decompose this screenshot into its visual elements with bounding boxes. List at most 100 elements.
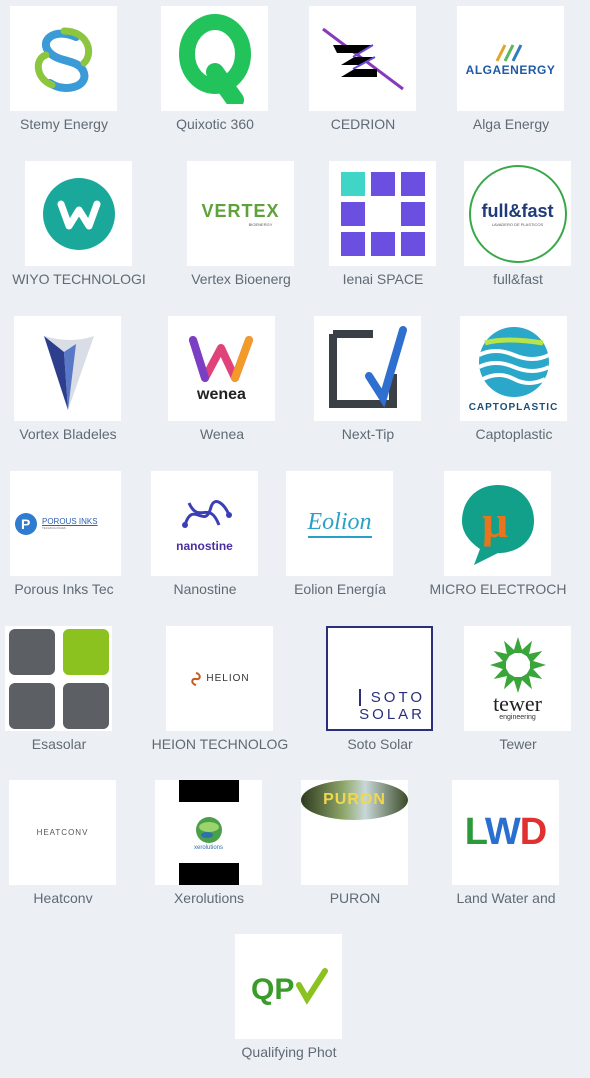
quixotic-q-icon xyxy=(178,13,251,104)
tewer-logo[interactable]: tewer engineering xyxy=(464,626,571,731)
wenea-w-icon xyxy=(188,335,253,382)
puron-logo[interactable]: PURON xyxy=(301,780,408,885)
company-card-alga-energy[interactable]: ALGAENERGY Alga Energy xyxy=(437,0,585,150)
soto-wordmark: SOTO xyxy=(359,689,425,706)
puron-photo-banner: PURON xyxy=(301,780,408,820)
captoplastic-wave-icon xyxy=(477,326,550,397)
cedrion-logo[interactable] xyxy=(309,6,416,111)
heatconv-logo[interactable]: HEATCONV xyxy=(9,780,116,885)
micro-electroch-logo[interactable]: μ xyxy=(444,471,551,576)
svg-text:QP: QP xyxy=(251,973,294,1006)
esasolar-tiles-icon xyxy=(8,628,109,729)
ienai-logo[interactable] xyxy=(329,161,436,266)
vertex-wordmark: VERTEX xyxy=(201,200,280,221)
company-card-vortex-bladeless[interactable]: Vortex Bladeles xyxy=(0,310,142,460)
nanostine-logo[interactable]: nanostine xyxy=(151,471,258,576)
wenea-wordmark: wenea xyxy=(197,385,246,403)
company-card-captoplastic[interactable]: CAPTOPLASTIC Captoplastic xyxy=(440,310,588,460)
heatconv-wordmark: HEATCONV xyxy=(36,828,89,837)
company-card-xerolutions[interactable]: xerolutions Xerolutions xyxy=(135,774,283,924)
porous-inks-text: POROUS INKS TECHNOLOGIES xyxy=(42,517,98,530)
vortex-blade-icon xyxy=(43,335,94,410)
micro-speech-bubble-icon: μ xyxy=(461,484,534,565)
nanostine-molecule-icon xyxy=(181,499,232,528)
nanostine-wordmark: nanostine xyxy=(176,538,233,553)
xerolutions-top-bar xyxy=(178,780,239,802)
porous-inks-logo[interactable]: P POROUS INKS TECHNOLOGIES xyxy=(10,471,121,576)
vertex-subtext: BIOENERGY xyxy=(248,221,273,227)
wenea-logo[interactable]: wenea xyxy=(168,316,275,421)
vortex-logo[interactable] xyxy=(14,316,121,421)
eolion-wordmark: Eolion xyxy=(307,509,372,538)
qpv-logo[interactable]: QP xyxy=(235,934,342,1039)
company-card-eolion[interactable]: Eolion Eolion Energía xyxy=(266,465,414,615)
ienai-squares-icon xyxy=(340,171,425,256)
wiyo-logo[interactable] xyxy=(25,161,132,266)
company-card-heatconv[interactable]: HEATCONV Heatconv xyxy=(0,774,137,924)
company-card-full-fast[interactable]: full&fast LAVADERO DE PLASTICOS full&fas… xyxy=(444,155,590,305)
company-logo-grid: Stemy Energy Quixotic 360 CEDRION ALGAEN… xyxy=(0,0,590,1067)
company-name: Porous Inks Tec xyxy=(14,581,114,597)
alga-energy-logo[interactable]: ALGAENERGY xyxy=(457,6,564,111)
xerolutions-bottom-bar xyxy=(178,863,239,885)
company-card-helion[interactable]: HELION HEION TECHNOLOG xyxy=(146,620,294,770)
company-name: Qualifying Phot xyxy=(241,1044,337,1060)
stemy-s-icon xyxy=(34,27,92,92)
company-name: Vortex Bladeles xyxy=(19,426,117,442)
captoplastic-wordmark: CAPTOPLASTIC xyxy=(468,401,559,413)
company-name: Ienai SPACE xyxy=(342,271,424,287)
lwd-l: L xyxy=(464,811,486,853)
stemy-energy-logo[interactable] xyxy=(10,6,117,111)
company-card-qualifying-phot[interactable]: QP Qualifying Phot xyxy=(215,928,363,1078)
company-card-stemy-energy[interactable]: Stemy Energy xyxy=(0,0,138,150)
company-name: Wenea xyxy=(199,426,245,442)
company-name: Xerolutions xyxy=(173,890,245,906)
next-tip-logo[interactable] xyxy=(314,316,421,421)
esasolar-logo[interactable] xyxy=(5,626,112,731)
qpv-wordmark-icon: QP xyxy=(251,967,328,1006)
helion-logo[interactable]: HELION xyxy=(166,626,273,731)
company-card-ienai-space[interactable]: Ienai SPACE xyxy=(309,155,457,305)
company-name: Next-Tip xyxy=(341,426,395,442)
full-fast-logo[interactable]: full&fast LAVADERO DE PLASTICOS xyxy=(464,161,571,266)
lwd-logo[interactable]: LWD xyxy=(452,780,559,885)
xerolutions-logo[interactable]: xerolutions xyxy=(155,780,262,885)
company-card-porous-inks[interactable]: P POROUS INKS TECHNOLOGIES Porous Inks T… xyxy=(0,465,138,615)
company-card-quixotic[interactable]: Quixotic 360 xyxy=(141,0,289,150)
next-tip-check-icon xyxy=(328,325,407,408)
eolion-logo[interactable]: Eolion xyxy=(286,471,393,576)
company-name: Stemy Energy xyxy=(20,116,108,132)
company-card-vertex-bioenergy[interactable]: VERTEX BIOENERGY Vertex Bioenerg xyxy=(167,155,315,305)
soto-solar-text: SOTO SOLAR xyxy=(359,689,425,723)
puron-wordmark: PURON xyxy=(323,791,386,808)
company-name: Alga Energy xyxy=(472,116,550,132)
xerolutions-wordmark: xerolutions xyxy=(193,844,223,851)
company-name: Land Water and xyxy=(456,890,556,906)
captoplastic-logo[interactable]: CAPTOPLASTIC xyxy=(460,316,567,421)
company-card-wiyo[interactable]: WIYO TECHNOLOGI xyxy=(5,155,153,305)
company-card-tewer[interactable]: tewer engineering Tewer xyxy=(444,620,590,770)
soto-solar-logo[interactable]: SOTO SOLAR xyxy=(326,626,433,731)
micro-mu-glyph: μ xyxy=(482,496,508,547)
company-card-soto-solar[interactable]: SOTO SOLAR Soto Solar xyxy=(306,620,454,770)
company-name: PURON xyxy=(329,890,381,906)
company-card-puron[interactable]: PURON PURON xyxy=(281,774,429,924)
company-card-cedrion[interactable]: CEDRION xyxy=(289,0,437,150)
cedrion-e-icon xyxy=(321,27,404,90)
company-card-nanostine[interactable]: nanostine Nanostine xyxy=(131,465,279,615)
company-name: MICRO ELECTROCH xyxy=(429,581,567,597)
svg-text:P: P xyxy=(21,516,30,532)
full-fast-circle: full&fast LAVADERO DE PLASTICOS xyxy=(468,164,567,263)
alga-leaf-icon xyxy=(495,43,522,62)
company-card-next-tip[interactable]: Next-Tip xyxy=(294,310,442,460)
company-name: Nanostine xyxy=(173,581,237,597)
company-card-wenea[interactable]: wenea Wenea xyxy=(148,310,296,460)
company-card-land-water[interactable]: LWD Land Water and xyxy=(432,774,580,924)
lwd-wordmark: LWD xyxy=(464,811,547,854)
company-card-micro-electroch[interactable]: μ MICRO ELECTROCH xyxy=(424,465,572,615)
company-card-esasolar[interactable]: Esasolar xyxy=(0,620,133,770)
vertex-logo[interactable]: VERTEX BIOENERGY xyxy=(187,161,294,266)
quixotic-logo[interactable] xyxy=(161,6,268,111)
lwd-d: D xyxy=(519,811,547,853)
helion-swirl-icon xyxy=(191,671,202,686)
